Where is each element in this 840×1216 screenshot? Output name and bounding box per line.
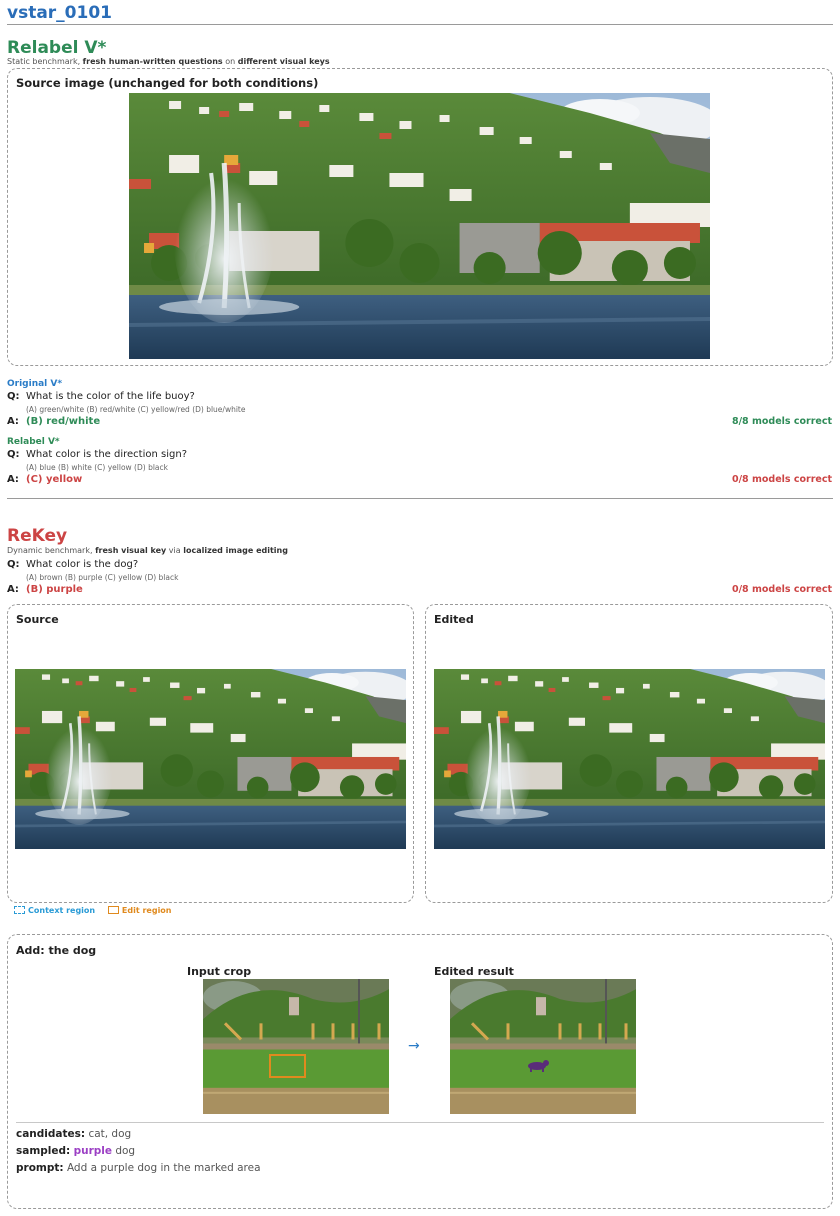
prompt-line: prompt: Add a purple dog in the marked a… [16,1162,261,1174]
rekey-options: (A) brown (B) purple (C) yellow (D) blac… [26,573,179,582]
rekey-score: 0/8 models correct [731,584,832,595]
page-id: vstar_0101 [7,3,112,23]
relabel-options: (A) blue (B) white (C) yellow (D) black [26,463,168,472]
original-answer: A: (B) red/white [7,416,101,427]
input-crop-label: Input crop [187,965,252,978]
candidates-line: candidates: cat, dog [16,1128,132,1140]
edit-region-swatch [107,906,119,914]
edited-result-label: Edited result [434,965,514,978]
relabel-title: Relabel V* [7,38,107,58]
edit-detail-divider [16,1122,824,1123]
header-divider [7,24,833,25]
arrow-icon: → [408,1038,420,1054]
edit-detail-title: Add: the dog [16,944,97,957]
input-crop-image [203,979,389,1114]
original-heading: Original V* [7,379,63,389]
rekey-question: Q: What color is the dog? [7,559,139,570]
edit-region-label: Edit region [121,906,172,915]
context-region-swatch [14,906,25,914]
region-legend: Context region Edit region [14,906,172,915]
relabel-answer: A: (C) yellow [7,474,83,485]
relabel-question: Q: What color is the direction sign? [7,449,187,460]
edited-result-image [450,979,636,1114]
relabel-heading: Relabel V* [7,437,60,447]
section-divider [7,498,833,499]
source-panel-image [15,669,406,849]
relabel-score: 0/8 models correct [731,474,832,485]
edited-panel-label: Edited [434,613,474,626]
sampled-line: sampled: purple dog [16,1145,136,1157]
original-score: 8/8 models correct [731,416,832,427]
rekey-subtitle: Dynamic benchmark, fresh visual key via … [7,546,288,555]
source-image [129,93,710,359]
original-question: Q: What is the color of the life buoy? [7,391,195,402]
rekey-title: ReKey [7,526,68,546]
original-options: (A) green/white (B) red/white (C) yellow… [26,405,246,414]
rekey-answer: A: (B) purple [7,584,83,595]
source-panel-label: Source [16,613,59,626]
source-image-label: Source image (unchanged for both conditi… [16,76,319,90]
context-region-label: Context region [28,906,96,915]
edited-panel-image [434,669,825,849]
relabel-subtitle: Static benchmark, fresh human-written qu… [7,57,330,66]
